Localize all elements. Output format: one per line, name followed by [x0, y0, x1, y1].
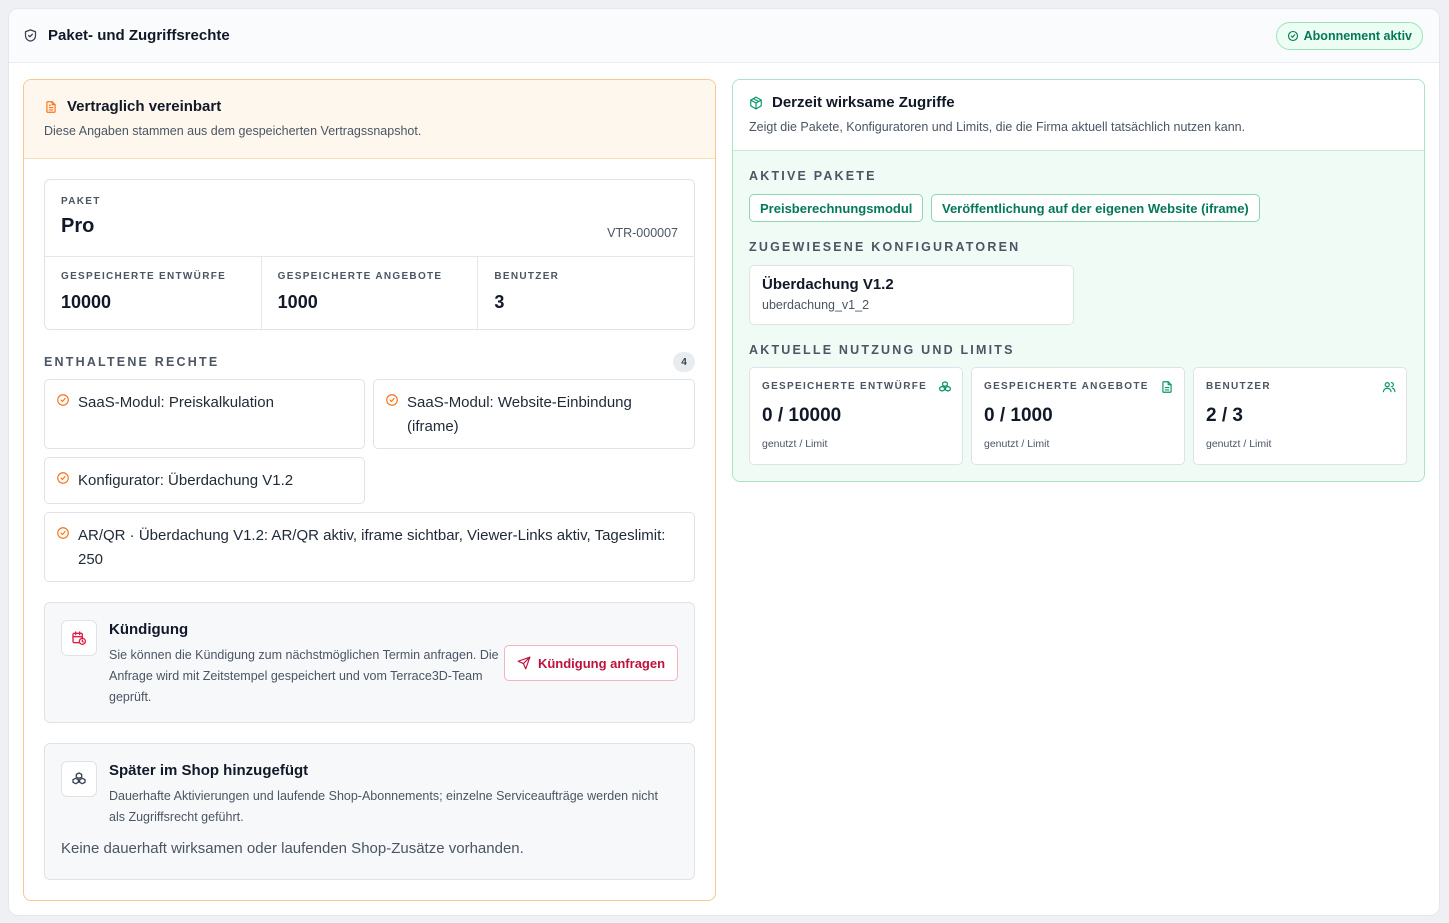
- contract-card: Vertraglich vereinbart Diese Angaben sta…: [23, 79, 716, 901]
- right-item-label: SaaS-Modul: Preiskalkulation: [78, 394, 274, 411]
- active-packages-heading: AKTIVE PAKETE: [749, 169, 877, 183]
- boxes-icon: [939, 381, 951, 392]
- stat-label: GESPEICHERTE ANGEBOTE: [277, 271, 443, 282]
- right-item: SaaS-Modul: Website-Einbindung (iframe): [373, 379, 695, 449]
- stat-value: 3: [494, 292, 505, 312]
- package-name: Pro: [61, 215, 95, 237]
- stat-users: BENUTZER 3: [478, 257, 694, 329]
- cancellation-text: Sie können die Kündigung zum nächstmögli…: [109, 648, 499, 704]
- contract-card-subtitle: Diese Angaben stammen aus dem gespeicher…: [44, 124, 422, 138]
- check-circle-icon: [57, 527, 69, 539]
- shield-check-icon: [24, 29, 37, 42]
- stat-value: 1000: [277, 292, 318, 312]
- contract-card-header: Vertraglich vereinbart Diese Angaben sta…: [24, 80, 715, 159]
- right-item: AR/QR · Überdachung V1.2: AR/QR aktiv, i…: [44, 512, 695, 582]
- usage-label: GESPEICHERTE ANGEBOTE: [984, 381, 1149, 392]
- usage-hint: genutzt / Limit: [1206, 438, 1272, 450]
- check-circle-icon: [386, 394, 398, 406]
- send-icon: [517, 656, 531, 670]
- panel-title: Paket- und Zugriffsrechte: [23, 27, 230, 44]
- shop-additions-text: Dauerhafte Aktivierungen und laufende Sh…: [109, 789, 658, 824]
- usage-heading: AKTUELLE NUTZUNG UND LIMITS: [749, 343, 1015, 357]
- request-cancellation-label: Kündigung anfragen: [537, 655, 666, 671]
- configurator-card: Überdachung V1.2 uberdachung_v1_2: [749, 265, 1074, 325]
- effective-access-card: Derzeit wirksame Zugriffe Zeigt die Pake…: [732, 79, 1425, 482]
- stat-label: GESPEICHERTE ENTWÜRFE: [61, 271, 227, 282]
- panel-header: Paket- und Zugriffsrechte Abonnement akt…: [9, 9, 1439, 63]
- stat-drafts: GESPEICHERTE ENTWÜRFE 10000: [45, 257, 262, 329]
- cancellation-title: Kündigung: [109, 621, 189, 638]
- rights-heading: ENTHALTENE RECHTE: [44, 355, 220, 369]
- usage-value: 0 / 1000: [984, 405, 1053, 426]
- cancellation-box: Kündigung Sie können die Kündigung zum n…: [44, 602, 695, 723]
- request-cancellation-button[interactable]: Kündigung anfragen: [504, 645, 678, 681]
- effective-access-header: Derzeit wirksame Zugriffe Zeigt die Pake…: [733, 80, 1424, 151]
- stat-label: BENUTZER: [494, 271, 560, 282]
- contract-card-title: Vertraglich vereinbart: [67, 98, 222, 115]
- shop-additions-empty: Keine dauerhaft wirksamen oder laufenden…: [61, 840, 524, 857]
- usage-drafts-card: GESPEICHERTE ENTWÜRFE 0 / 10000 genutzt …: [749, 367, 963, 465]
- right-item: SaaS-Modul: Preiskalkulation: [44, 379, 365, 449]
- status-badge: Abonnement aktiv: [1275, 21, 1423, 50]
- usage-hint: genutzt / Limit: [984, 438, 1050, 450]
- contract-id: VTR-000007: [607, 226, 678, 240]
- boxes-icon: [61, 761, 97, 797]
- stat-value: 10000: [61, 292, 112, 312]
- document-icon: [1162, 381, 1172, 393]
- usage-hint: genutzt / Limit: [762, 438, 828, 450]
- stat-offers: GESPEICHERTE ANGEBOTE 1000: [262, 257, 479, 329]
- effective-access-subtitle: Zeigt die Pakete, Konfiguratoren und Lim…: [749, 120, 1246, 134]
- rights-heading-row: ENTHALTENE RECHTE 4: [44, 352, 695, 372]
- calendar-clock-icon: [61, 620, 97, 656]
- usage-label: GESPEICHERTE ENTWÜRFE: [762, 381, 928, 392]
- users-icon: [1382, 382, 1396, 393]
- status-badge-label: Abonnement aktiv: [1303, 28, 1412, 43]
- shop-additions-title: Später im Shop hinzugefügt: [109, 762, 309, 779]
- usage-value: 2 / 3: [1206, 405, 1243, 426]
- usage-label: BENUTZER: [1206, 381, 1271, 392]
- usage-value: 0 / 10000: [762, 405, 842, 426]
- package-summary: PAKET Pro VTR-000007 GESPEICHERTE ENTWÜR…: [44, 179, 695, 330]
- package-icon: [750, 96, 762, 109]
- package-chip: Veröffentlichung auf der eigenen Website…: [931, 194, 1260, 222]
- package-label: PAKET: [61, 196, 101, 207]
- package-chip: Preisberechnungsmodul: [749, 194, 924, 222]
- shop-additions-box: Später im Shop hinzugefügt Dauerhafte Ak…: [44, 743, 695, 880]
- right-item: Konfigurator: Überdachung V1.2: [44, 457, 365, 504]
- right-item-label: AR/QR · Überdachung V1.2: AR/QR aktiv, i…: [78, 527, 666, 568]
- rights-count-badge: 4: [673, 352, 695, 372]
- check-circle-icon: [1287, 30, 1298, 41]
- usage-users-card: BENUTZER 2 / 3 genutzt / Limit: [1193, 367, 1407, 465]
- check-circle-icon: [57, 472, 69, 484]
- access-rights-panel: Paket- und Zugriffsrechte Abonnement akt…: [8, 8, 1440, 916]
- right-item-label: SaaS-Modul: Website-Einbindung (iframe): [407, 394, 632, 435]
- usage-offers-card: GESPEICHERTE ANGEBOTE 0 / 1000 genutzt /…: [971, 367, 1185, 465]
- configurator-name: Überdachung V1.2: [762, 276, 894, 293]
- panel-title-text: Paket- und Zugriffsrechte: [48, 27, 230, 44]
- configurator-code: uberdachung_v1_2: [762, 298, 870, 312]
- check-circle-icon: [57, 394, 69, 406]
- document-icon: [46, 100, 56, 113]
- effective-access-title: Derzeit wirksame Zugriffe: [772, 94, 955, 111]
- right-item-label: Konfigurator: Überdachung V1.2: [78, 472, 294, 489]
- configurators-heading: ZUGEWIESENE KONFIGURATOREN: [749, 240, 1021, 254]
